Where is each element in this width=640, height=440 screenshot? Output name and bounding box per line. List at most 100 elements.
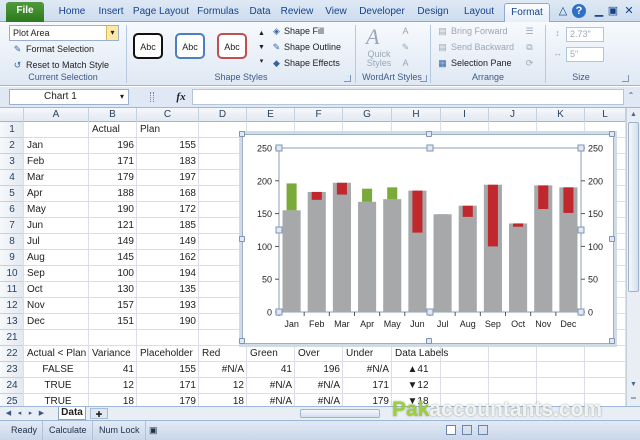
chart-resize-handle[interactable] [609,236,615,242]
last-sheet-icon[interactable]: ▶ [37,408,46,419]
table2-cell[interactable]: 179 [137,394,199,406]
tab-formulas[interactable]: Formulas [192,3,244,22]
close-icon[interactable]: ✕ [622,4,636,18]
column-header[interactable]: D [199,108,247,122]
row-header[interactable]: 1 [0,122,24,138]
shape-height-input[interactable]: 2.73" [566,27,604,42]
formula-input[interactable] [192,89,624,105]
horizontal-scroll-thumb[interactable] [300,409,380,418]
actual-cell[interactable]: 149 [89,234,137,250]
text-fill-icon[interactable]: A [400,26,411,37]
month-cell[interactable]: Mar [24,170,89,186]
sheet-tab-data[interactable]: Data [58,407,86,420]
plan-cell[interactable]: 183 [137,154,199,170]
actual-cell[interactable]: 179 [89,170,137,186]
actual-cell[interactable]: 190 [89,202,137,218]
reset-to-match-style-button[interactable]: Reset to Match Style [26,60,109,70]
table2-cell[interactable]: #N/A [343,362,392,378]
tab-layout[interactable]: Layout [456,3,502,22]
actual-cell[interactable]: 188 [89,186,137,202]
name-box-resize-handle[interactable] [150,92,154,102]
row-header[interactable]: 8 [0,234,24,250]
status-calculate[interactable]: Calculate [44,421,93,440]
row-header[interactable]: 12 [0,298,24,314]
table2-cell[interactable]: 171 [137,378,199,394]
shape-style-swatch-3[interactable]: Abc [217,33,247,59]
actual-cell[interactable]: 196 [89,138,137,154]
vertical-scroll-thumb[interactable] [628,122,639,292]
group-icon[interactable]: ⧉ [524,42,535,53]
scroll-down-icon[interactable]: ▼ [627,378,640,391]
plan-cell[interactable]: 190 [137,314,199,330]
row-header[interactable]: 5 [0,186,24,202]
text-effects-icon[interactable]: A [400,58,411,69]
tab-developer[interactable]: Developer [354,3,410,22]
column-header[interactable]: L [585,108,626,122]
table2-header-cell[interactable]: Over [295,346,343,362]
table2-cell[interactable]: ▼12 [392,378,441,394]
plot-area-resize-handle[interactable] [275,144,283,152]
month-cell[interactable]: Jan [24,138,89,154]
plot-area-resize-handle[interactable] [275,308,283,316]
normal-view-icon[interactable] [446,425,456,435]
tab-home[interactable]: Home [52,3,92,22]
row-header[interactable]: 24 [0,378,24,394]
table2-cell[interactable]: 12 [199,378,247,394]
table2-header-cell[interactable]: Actual < Plan [24,346,89,362]
plan-cell[interactable]: 194 [137,266,199,282]
shape-effects-button[interactable]: Shape Effects [284,58,340,68]
plan-cell[interactable]: 162 [137,250,199,266]
column-header[interactable]: H [392,108,441,122]
macro-recording-icon[interactable]: ▣ [144,421,163,440]
chevron-down-icon[interactable]: ▾ [106,26,118,40]
column-header[interactable]: I [441,108,489,122]
table2-header-cell[interactable]: Placeholder [137,346,199,362]
shape-fill-button[interactable]: Shape Fill [284,26,324,36]
page-break-view-icon[interactable] [478,425,488,435]
month-cell[interactable]: Jul [24,234,89,250]
month-cell[interactable]: Aug [24,250,89,266]
table2-cell[interactable]: 179 [343,394,392,406]
table2-cell[interactable]: 18 [89,394,137,406]
plot-area-resize-handle[interactable] [577,144,585,152]
table2-cell[interactable]: #N/A [199,362,247,378]
tab-format[interactable]: Format [504,3,550,22]
plot-area-resize-handle[interactable] [426,308,434,316]
row-header[interactable]: 25 [0,394,24,406]
prev-sheet-icon[interactable]: ◂ [15,408,24,419]
actual-cell[interactable]: 121 [89,218,137,234]
column-header[interactable]: J [489,108,537,122]
page-layout-view-icon[interactable] [462,425,472,435]
column-header[interactable]: C [137,108,199,122]
align-icon[interactable]: ☰ [524,26,535,37]
table2-cell[interactable]: ▲41 [392,362,441,378]
row-header[interactable]: 9 [0,250,24,266]
wordart-launcher-icon[interactable] [420,75,427,82]
scroll-up-icon[interactable]: ▲ [627,108,640,121]
actual-cell[interactable]: 151 [89,314,137,330]
table2-cell[interactable]: #N/A [295,394,343,406]
shape-style-swatch-1[interactable]: Abc [133,33,163,59]
column-header[interactable]: B [89,108,137,122]
selection-pane-button[interactable]: Selection Pane [451,58,512,68]
row-header[interactable]: 23 [0,362,24,378]
row-header[interactable]: 22 [0,346,24,362]
chart-resize-handle[interactable] [426,131,432,137]
table2-cell[interactable]: 196 [295,362,343,378]
insert-function-icon[interactable]: fx [173,89,189,105]
table2-header-cell[interactable]: Green [247,346,295,362]
chevron-down-icon[interactable]: ▾ [120,90,124,104]
column-header[interactable]: F [295,108,343,122]
plan-cell[interactable]: 197 [137,170,199,186]
shape-style-swatch-2[interactable]: Abc [175,33,205,59]
bring-forward-button[interactable]: Bring Forward [451,26,508,36]
actual-cell[interactable]: 145 [89,250,137,266]
chart-resize-handle[interactable] [239,236,245,242]
row-header[interactable]: 7 [0,218,24,234]
rotate-icon[interactable]: ⟳ [524,58,535,69]
plot-area-resize-handle[interactable] [275,226,283,234]
select-all-corner[interactable] [0,108,24,122]
tab-file[interactable]: File [6,2,44,22]
row-header[interactable]: 6 [0,202,24,218]
plan-cell[interactable]: 172 [137,202,199,218]
